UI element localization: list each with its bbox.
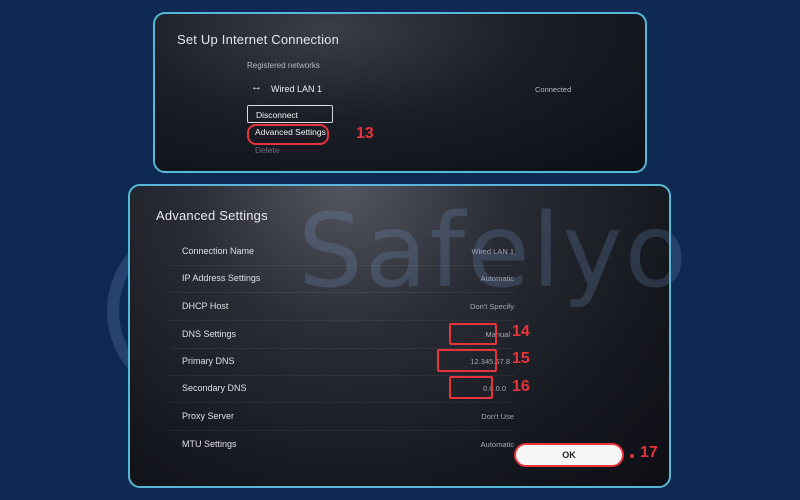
row-value: Automatic	[480, 440, 514, 449]
row-label: Proxy Server	[182, 411, 235, 421]
panel-title: Advanced Settings	[156, 208, 268, 223]
highlight-dns-settings	[449, 323, 497, 345]
setup-connection-panel: Set Up Internet Connection Registered ne…	[153, 12, 647, 173]
step-number-14: 14	[512, 323, 530, 340]
row-value: Wired LAN 1	[471, 247, 514, 256]
network-name: Wired LAN 1	[271, 84, 323, 94]
row-label: DHCP Host	[182, 301, 229, 311]
step-number-16: 16	[512, 378, 530, 395]
step-number-13: 13	[356, 125, 374, 142]
row-label: Connection Name	[182, 246, 255, 256]
ok-button[interactable]: OK	[514, 443, 624, 467]
step-number-15: 15	[512, 350, 530, 367]
settings-row-dhcp-host[interactable]: DHCP Host Don't Specify	[170, 294, 514, 321]
settings-row-connection-name[interactable]: Connection Name Wired LAN 1	[170, 239, 514, 266]
row-label: MTU Settings	[182, 439, 237, 449]
step-number-17: 17	[640, 444, 658, 461]
panel-title: Set Up Internet Connection	[177, 32, 340, 47]
highlight-primary-dns	[437, 349, 497, 372]
pointer-dot	[630, 454, 634, 458]
ethernet-arrows-icon: ↔	[251, 81, 262, 93]
network-status: Connected	[535, 85, 572, 94]
network-row[interactable]: ↔ Wired LAN 1 Connected	[247, 81, 577, 98]
settings-row-proxy-server[interactable]: Proxy Server Don't Use	[170, 404, 514, 431]
disconnect-menu-item[interactable]: Disconnect	[247, 105, 333, 123]
row-value: Don't Specify	[470, 302, 514, 311]
settings-row-ip-address[interactable]: IP Address Settings Automatic	[170, 266, 514, 293]
highlight-advanced-settings	[247, 124, 329, 145]
settings-row-mtu[interactable]: MTU Settings Automatic	[170, 432, 514, 459]
section-label: Registered networks	[247, 61, 320, 70]
row-label: IP Address Settings	[182, 273, 261, 283]
highlight-secondary-dns	[449, 376, 493, 399]
advanced-settings-panel: Advanced Settings Connection Name Wired …	[128, 184, 671, 488]
row-label: DNS Settings	[182, 329, 237, 339]
row-label: Secondary DNS	[182, 383, 247, 393]
row-label: Primary DNS	[182, 356, 235, 366]
row-value: Don't Use	[481, 412, 514, 421]
row-value: Automatic	[480, 274, 514, 283]
